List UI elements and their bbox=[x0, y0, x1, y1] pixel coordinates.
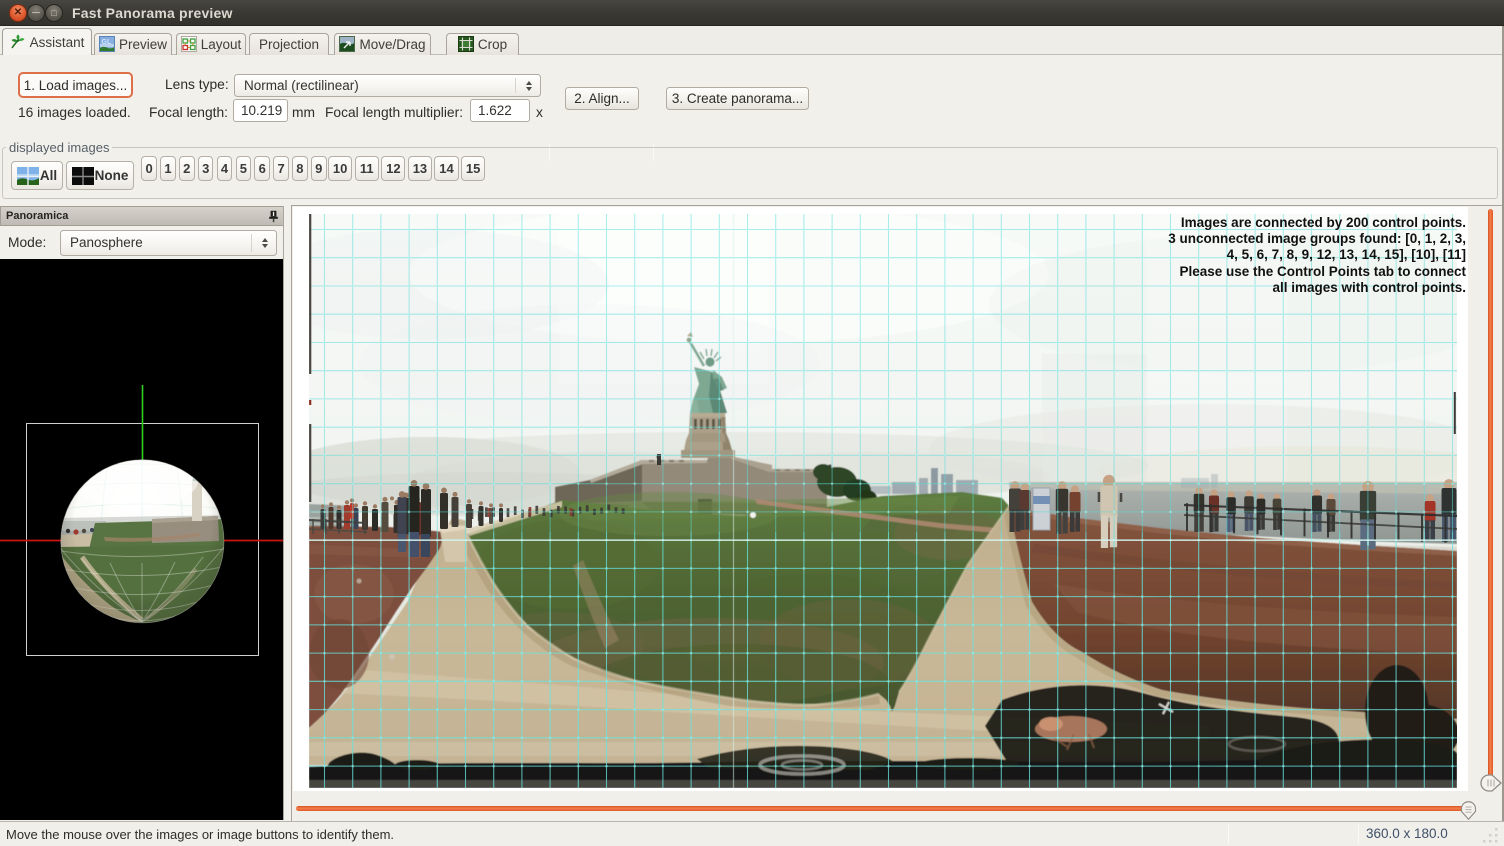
svg-text:GL: GL bbox=[101, 39, 111, 46]
